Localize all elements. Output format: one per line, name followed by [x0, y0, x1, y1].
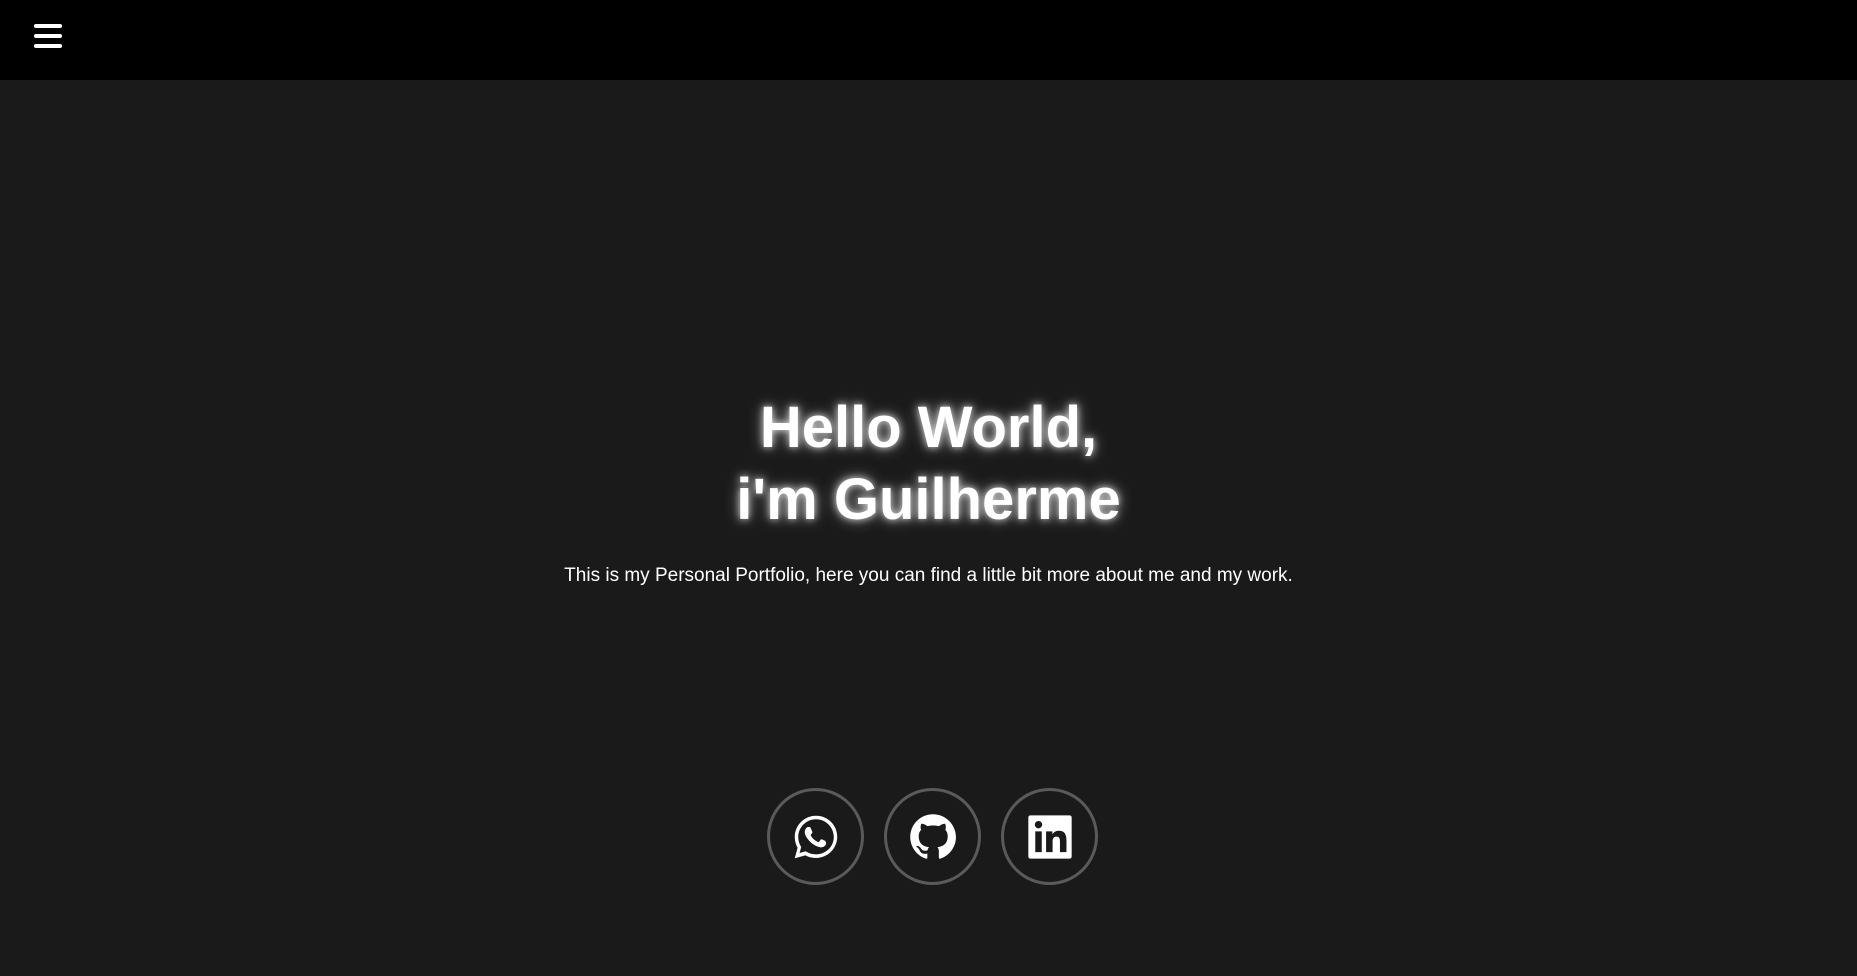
github-icon: [909, 813, 956, 859]
hamburger-menu-icon-bar: [34, 34, 62, 38]
hero-title-line-2: i'm Guilherme: [736, 467, 1121, 532]
linkedin-link[interactable]: [1001, 788, 1098, 885]
whatsapp-link[interactable]: [767, 788, 864, 885]
linkedin-icon: [1027, 814, 1072, 859]
hamburger-menu-icon-bar: [34, 44, 62, 48]
top-bar: [0, 0, 1857, 80]
hamburger-menu-button[interactable]: [30, 20, 66, 54]
social-links: [0, 788, 1857, 885]
hero-title-line-1: Hello World,: [759, 395, 1098, 460]
hero-title: Hello World, i'm Guilherme: [0, 392, 1857, 536]
whatsapp-icon: [794, 815, 837, 858]
hero-subtitle: This is my Personal Portfolio, here you …: [564, 565, 1293, 586]
hamburger-menu-icon: [34, 24, 62, 28]
github-link[interactable]: [884, 788, 981, 885]
hero-section: Hello World, i'm Guilherme This is my Pe…: [0, 80, 1857, 976]
